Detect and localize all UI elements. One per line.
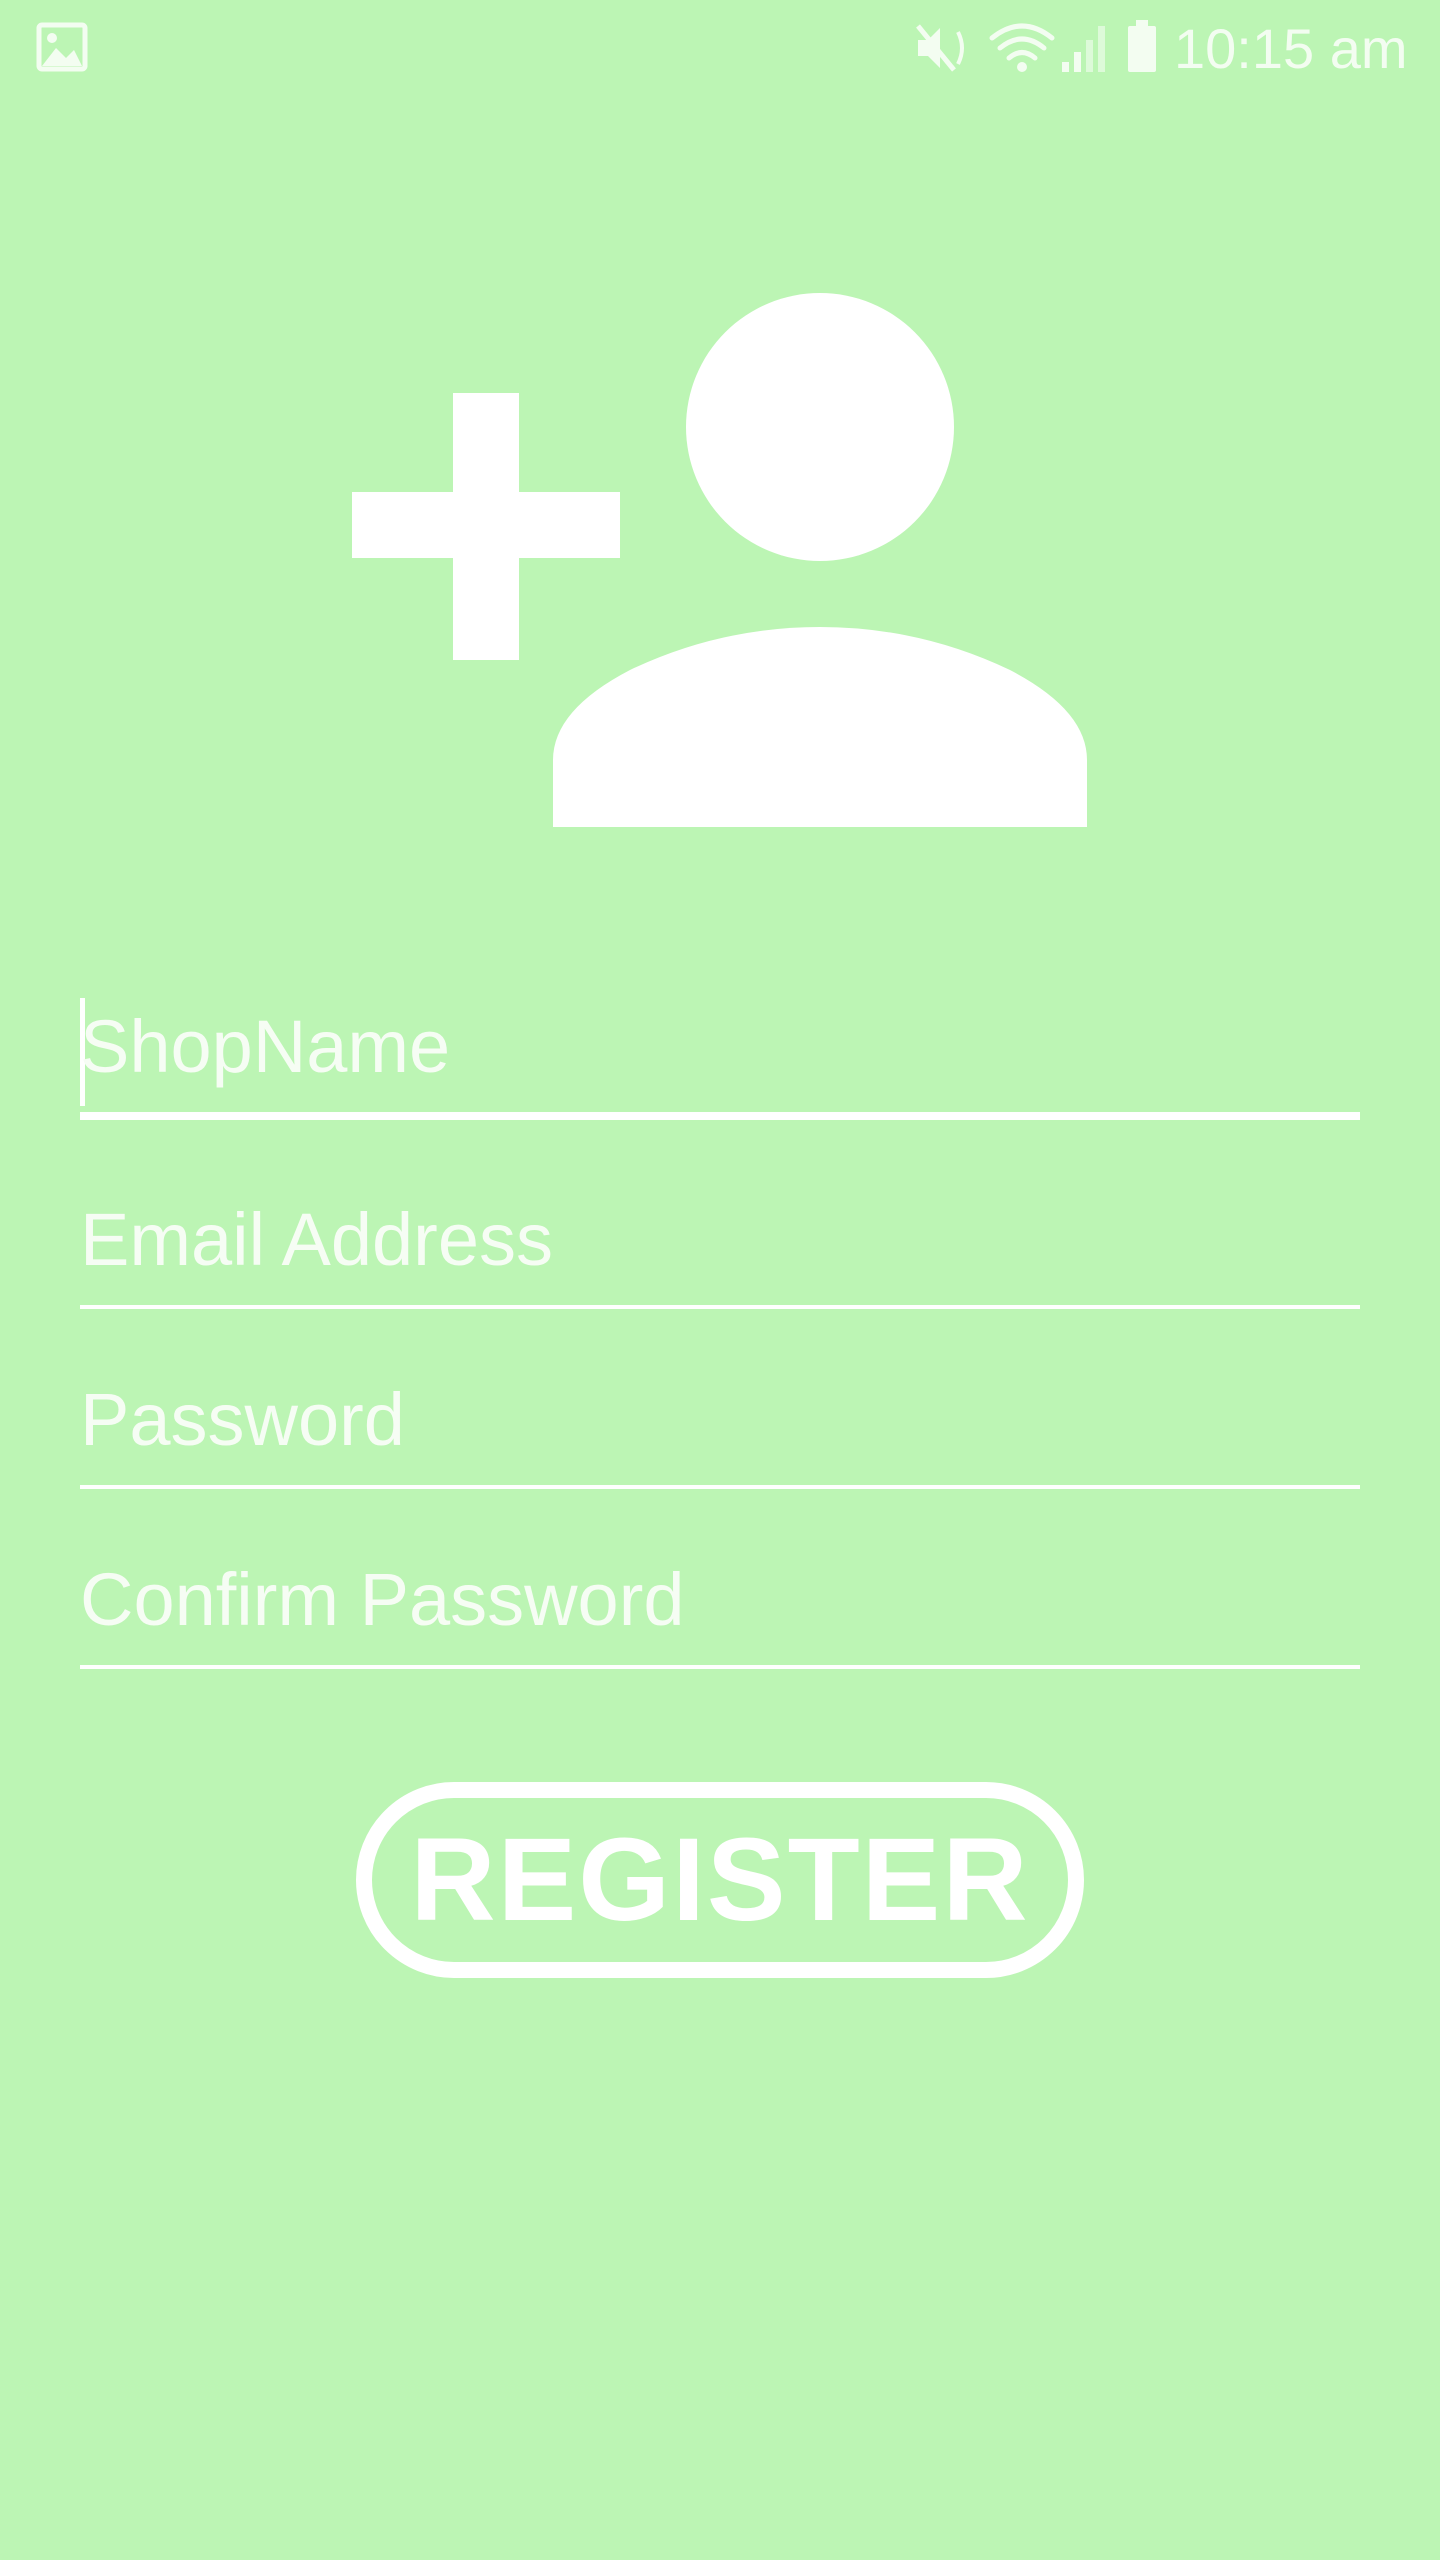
password-underline — [80, 1485, 1360, 1489]
status-time: 10:15 am — [1174, 17, 1408, 80]
register-button-label: REGISTER — [410, 1814, 1030, 1946]
wifi-icon — [989, 23, 1055, 72]
add-user-icon — [352, 293, 1087, 827]
password-field[interactable]: Password — [80, 1375, 1360, 1495]
register-button[interactable]: REGISTER — [356, 1782, 1084, 1978]
confirm-password-field[interactable]: Confirm Password — [80, 1555, 1360, 1675]
gallery-icon — [36, 22, 88, 72]
status-bar: 10:15 am — [0, 0, 1440, 96]
mute-icon — [916, 24, 964, 72]
email-underline — [80, 1305, 1360, 1309]
shop-name-underline — [80, 1112, 1360, 1120]
email-field[interactable]: Email Address — [80, 1195, 1360, 1315]
confirm-password-underline — [80, 1665, 1360, 1669]
confirm-password-input[interactable]: Confirm Password — [80, 1555, 685, 1645]
shop-name-field[interactable]: ShopName — [80, 990, 1360, 1130]
email-input[interactable]: Email Address — [80, 1195, 553, 1285]
battery-icon — [1128, 20, 1156, 72]
shop-name-input[interactable]: ShopName — [80, 1002, 450, 1092]
signal-icon — [1062, 26, 1105, 72]
password-input[interactable]: Password — [80, 1375, 405, 1465]
